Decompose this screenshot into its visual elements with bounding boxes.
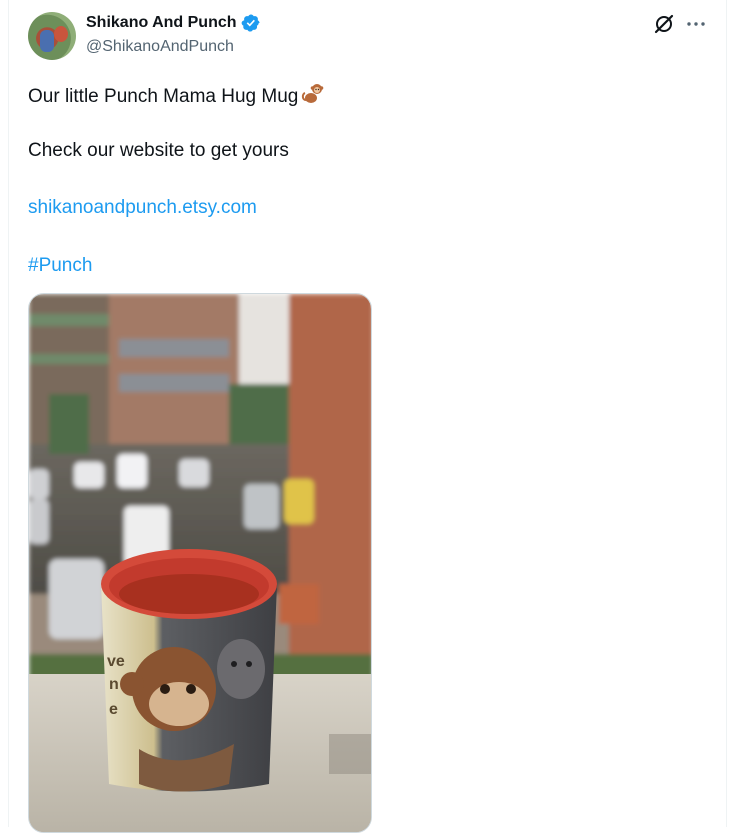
svg-text:ve: ve <box>107 653 125 670</box>
author-name[interactable]: Shikano And Punch <box>86 14 237 32</box>
grok-icon[interactable] <box>652 12 676 36</box>
author-handle[interactable]: @ShikanoAndPunch <box>86 38 234 56</box>
post-media-image[interactable]: ve n e <box>28 293 372 833</box>
mug-photo: ve n e <box>29 294 371 832</box>
monkey-emoji-icon <box>300 82 324 106</box>
post-link[interactable]: shikanoandpunch.etsy.com <box>28 196 257 220</box>
post-text-main: Our little Punch Mama Hug Mug <box>28 86 299 107</box>
svg-text:n: n <box>109 676 119 693</box>
svg-text:e: e <box>109 701 118 718</box>
author-name-row[interactable]: Shikano And Punch <box>86 13 261 33</box>
verified-badge-icon <box>241 13 261 33</box>
more-icon[interactable] <box>684 12 708 36</box>
post-text-line-2: Check our website to get yours <box>28 140 289 161</box>
avatar[interactable] <box>28 12 76 60</box>
post-hashtag[interactable]: #Punch <box>28 254 92 278</box>
post-text-line-1: Our little Punch Mama Hug Mug <box>28 82 324 109</box>
